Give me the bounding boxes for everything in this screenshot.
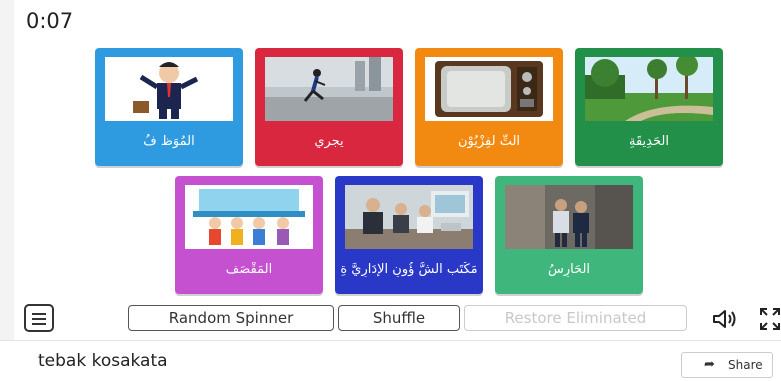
card-label: الْحَدِيقَةِ <box>629 134 669 149</box>
random-spinner-button[interactable]: Random Spinner <box>128 305 334 331</box>
office-icon <box>345 185 473 249</box>
card-admin-office[interactable]: مَكْتَب الشُّ ؤُونِ الْإدَارِيَّ ةِ <box>335 176 483 294</box>
share-label: Share <box>728 358 763 372</box>
runner-icon <box>265 57 393 121</box>
guard-icon <box>505 185 633 249</box>
activity-title: tebak kosakata <box>38 351 168 371</box>
card-label: الْحَارِسُ <box>547 262 591 277</box>
card-garden[interactable]: الْحَدِيقَةِ <box>575 48 723 166</box>
share-icon: ➦ <box>704 357 715 372</box>
shuffle-button[interactable]: Shuffle <box>338 305 460 331</box>
footer: tebak kosakata ➦ Share <box>0 340 781 381</box>
card-label: الْمُوَظَّ فُ <box>143 134 195 149</box>
card-canteen[interactable]: الْمَقْصَف <box>175 176 323 294</box>
garden-icon <box>585 57 713 121</box>
card-running[interactable]: يجري <box>255 48 403 166</box>
game-stage: 0:07 الْمُوَظَّ فُ يجري التِّ لفِزْيُوْن… <box>14 0 781 340</box>
canteen-icon <box>185 185 313 249</box>
card-label: مَكْتَب الشُّ ؤُونِ الْإدَارِيَّ ةِ <box>340 262 478 277</box>
card-guard[interactable]: الْحَارِسُ <box>495 176 643 294</box>
card-label: التِّ لفِزْيُوْن <box>457 134 521 149</box>
fullscreen-icon[interactable] <box>759 307 781 331</box>
share-button[interactable]: ➦ Share <box>681 352 773 378</box>
restore-eliminated-button: Restore Eliminated <box>464 305 687 331</box>
speaker-icon[interactable] <box>712 308 738 330</box>
card-label: يجري <box>314 134 344 149</box>
control-bar: Random Spinner Shuffle Restore Eliminate… <box>14 300 781 340</box>
card-label: الْمَقْصَف <box>225 262 273 277</box>
card-employee[interactable]: الْمُوَظَّ فُ <box>95 48 243 166</box>
television-icon <box>425 57 553 121</box>
card-television[interactable]: التِّ لفِزْيُوْن <box>415 48 563 166</box>
menu-icon[interactable] <box>24 304 54 332</box>
timer: 0:07 <box>26 9 74 33</box>
businessman-icon <box>105 57 233 121</box>
